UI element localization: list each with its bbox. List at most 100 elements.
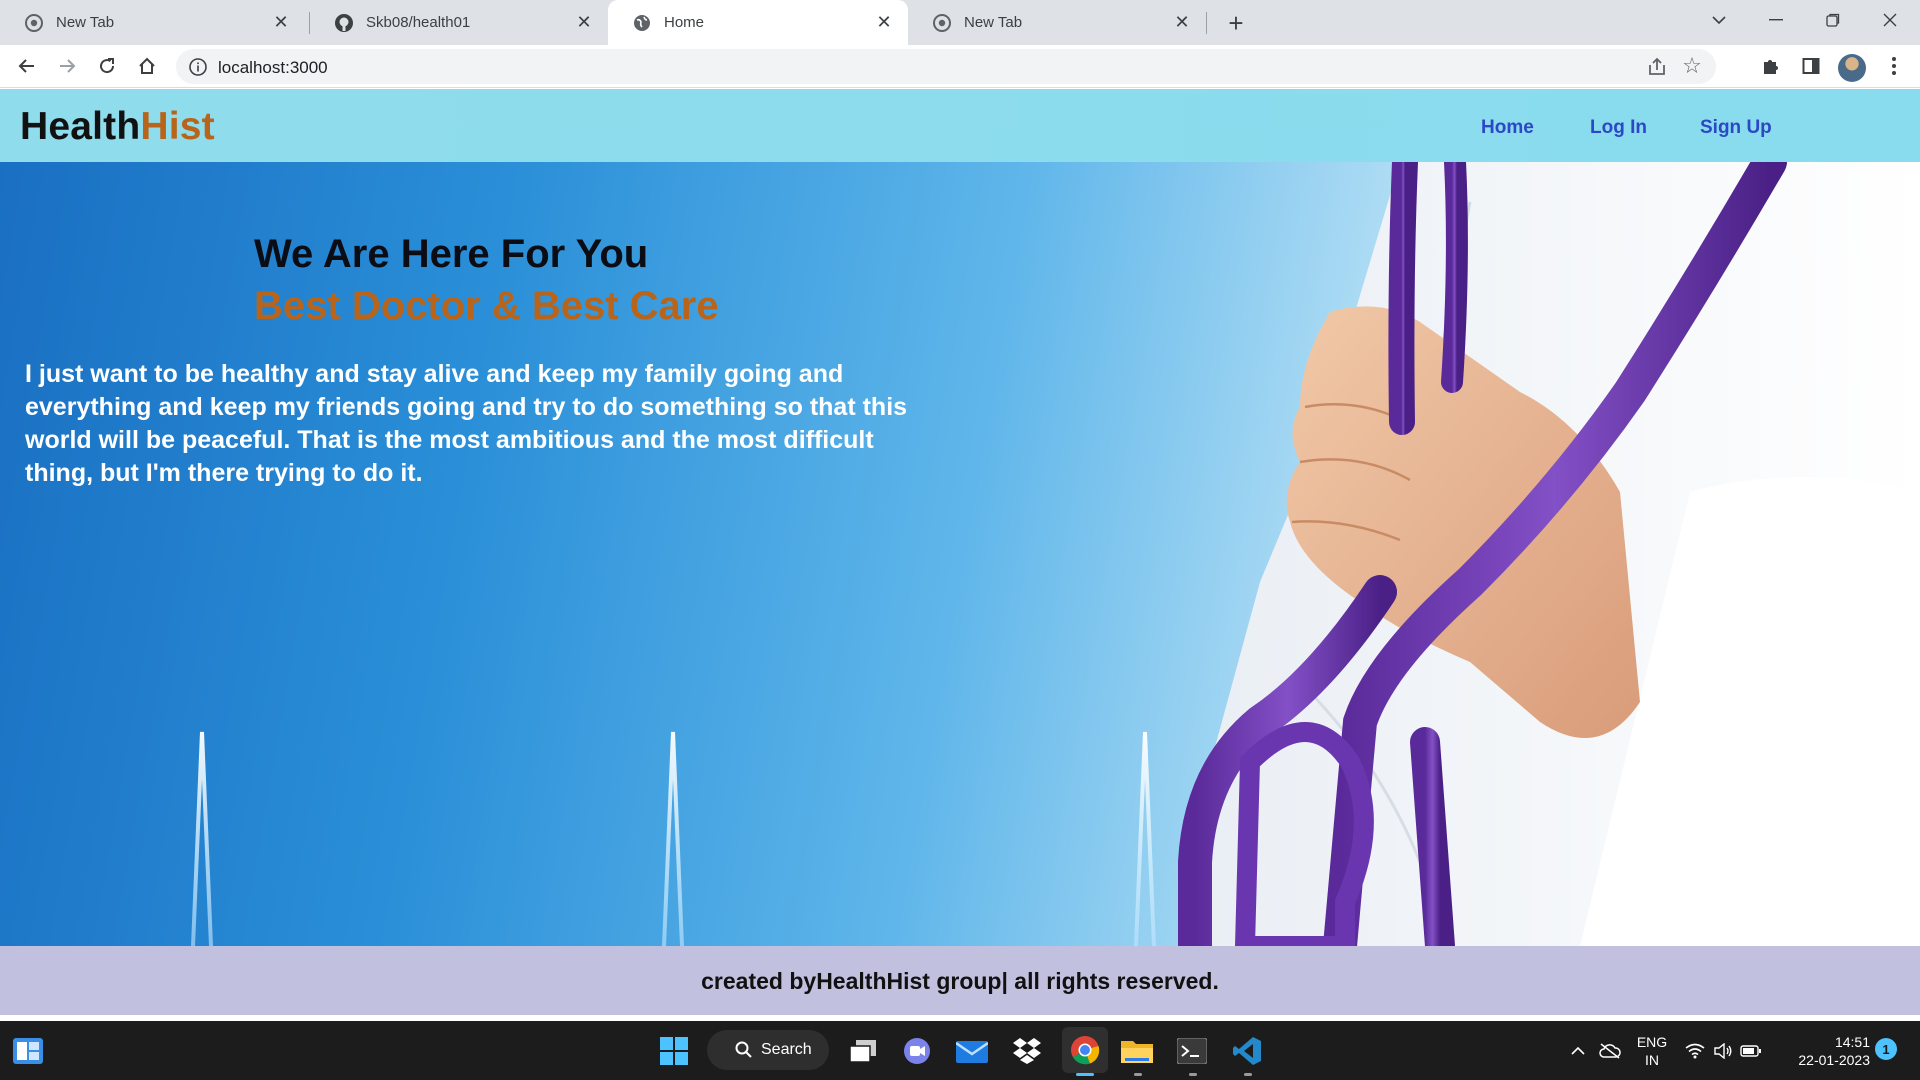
heartbeat-line: [191, 731, 1156, 946]
close-tab-icon[interactable]: ✕: [874, 12, 894, 33]
language-code: ENG: [1636, 1034, 1668, 1050]
tab-new-tab-2[interactable]: New Tab ✕: [908, 0, 1206, 45]
clock[interactable]: 14:51 22-01-2023: [1782, 1033, 1870, 1069]
network-status[interactable]: [1680, 1031, 1710, 1071]
hero-section: We Are Here For You Best Doctor & Best C…: [0, 162, 1920, 946]
hero-title: We Are Here For You: [254, 232, 649, 276]
tab-title: New Tab: [56, 14, 115, 31]
cloud-offline-icon: [1599, 1043, 1621, 1059]
language-indicator[interactable]: ENG IN: [1630, 1033, 1674, 1069]
url-text[interactable]: localhost:3000: [218, 58, 328, 78]
chevron-up-icon: [1571, 1046, 1585, 1055]
nav-login-link[interactable]: Log In: [1590, 117, 1647, 139]
task-view-icon: [849, 1040, 876, 1063]
taskbar-dropbox[interactable]: [1007, 1031, 1047, 1071]
new-tab-button[interactable]: +: [1220, 7, 1252, 39]
menu-button[interactable]: [1878, 50, 1910, 82]
vscode-running-indicator: [1244, 1073, 1252, 1076]
notification-badge[interactable]: 1: [1875, 1038, 1897, 1060]
bookmark-star-icon[interactable]: ☆: [1680, 54, 1704, 78]
tab-github[interactable]: Skb08/health01 ✕: [310, 0, 608, 45]
wifi-icon: [1685, 1043, 1705, 1059]
tab-home[interactable]: Home ✕: [608, 0, 908, 45]
puzzle-icon: [1764, 60, 1778, 74]
home-button[interactable]: [131, 50, 163, 82]
side-panel-icon: [1802, 58, 1820, 74]
nav-home-link[interactable]: Home: [1481, 117, 1534, 139]
close-tab-icon[interactable]: ✕: [1172, 12, 1192, 33]
onedrive-status[interactable]: [1592, 1031, 1628, 1071]
region-code: IN: [1645, 1052, 1659, 1068]
taskbar-teams[interactable]: [897, 1031, 937, 1071]
chrome-icon: [24, 13, 44, 33]
taskbar-vscode[interactable]: [1227, 1031, 1267, 1071]
tab-search-button[interactable]: [1691, 0, 1747, 40]
chrome-icon: [932, 13, 952, 33]
footer-text: created byHealthHist group| all rights r…: [701, 968, 1219, 994]
tab-separator: [1206, 12, 1207, 34]
taskbar-file-explorer[interactable]: [1117, 1031, 1157, 1071]
vscode-icon: [1233, 1037, 1261, 1065]
nav-signup-link[interactable]: Sign Up: [1700, 117, 1772, 139]
tab-title: New Tab: [964, 14, 1023, 31]
logo-accent-text: Hist: [140, 105, 215, 148]
battery-status[interactable]: [1736, 1031, 1766, 1071]
home-icon: [139, 57, 155, 74]
hero-subtitle: Best Doctor & Best Care: [254, 284, 719, 328]
site-footer: created byHealthHist group| all rights r…: [0, 946, 1920, 1018]
tab-new-tab-1[interactable]: New Tab ✕: [0, 0, 305, 45]
hero-quote: I just want to be healthy and stay alive…: [25, 360, 908, 487]
widgets-icon: [13, 1038, 43, 1064]
reload-button[interactable]: [91, 50, 123, 82]
logo-main-text: Health: [20, 105, 141, 148]
clock-time: 14:51: [1834, 1034, 1870, 1050]
tab-title: Home: [664, 14, 705, 31]
reload-icon: [100, 58, 115, 74]
chevron-down-icon: [1712, 16, 1726, 25]
restore-icon: [1826, 13, 1840, 27]
tray-overflow-button[interactable]: [1560, 1031, 1596, 1071]
close-tab-icon[interactable]: ✕: [574, 12, 594, 33]
start-icon: [660, 1037, 688, 1065]
terminal-running-indicator: [1189, 1073, 1197, 1076]
taskbar-mail[interactable]: [952, 1031, 992, 1071]
address-bar[interactable]: localhost:3000 ☆: [176, 49, 1716, 84]
battery-icon: [1740, 1045, 1761, 1057]
explorer-running-indicator: [1134, 1073, 1142, 1076]
teams-icon: [904, 1038, 930, 1064]
widgets-button[interactable]: [8, 1031, 48, 1071]
share-icon[interactable]: [1646, 56, 1668, 78]
profile-avatar[interactable]: [1838, 54, 1866, 82]
globe-icon: [632, 13, 652, 33]
hero-background-image: [191, 162, 1920, 946]
taskbar-chrome[interactable]: [1062, 1027, 1108, 1073]
browser-tab-strip: New Tab ✕ Skb08/health01 ✕ Home ✕ New Ta…: [0, 0, 1920, 45]
back-button[interactable]: [11, 50, 43, 82]
side-panel-button[interactable]: [1795, 50, 1827, 82]
browser-toolbar: localhost:3000 ☆: [0, 45, 1920, 88]
taskbar-task-view[interactable]: [843, 1031, 883, 1071]
dropbox-icon: [1013, 1038, 1041, 1064]
info-icon[interactable]: [188, 57, 208, 77]
volume-status[interactable]: [1708, 1031, 1738, 1071]
minimize-button[interactable]: [1748, 0, 1804, 40]
arrow-right-icon: [60, 59, 76, 73]
forward-button[interactable]: [51, 50, 83, 82]
tab-title: Skb08/health01: [366, 14, 471, 31]
mail-icon: [956, 1041, 988, 1063]
windows-taskbar: Search ENG IN 14:51 22-01-2023 1: [0, 1021, 1920, 1080]
taskbar-search[interactable]: Search: [707, 1030, 829, 1070]
start-button[interactable]: [654, 1031, 694, 1071]
speaker-icon: [1714, 1043, 1732, 1059]
close-tab-icon[interactable]: ✕: [271, 12, 291, 33]
restore-button[interactable]: [1805, 0, 1861, 40]
window-close-button[interactable]: [1862, 0, 1918, 40]
search-label: Search: [761, 1041, 812, 1058]
site-header: HealthHist Home Log In Sign Up: [0, 89, 1920, 162]
kebab-menu-icon: [1892, 57, 1896, 75]
chrome-icon: [1071, 1036, 1100, 1065]
arrow-left-icon: [18, 59, 34, 73]
taskbar-terminal[interactable]: [1172, 1031, 1212, 1071]
extensions-button[interactable]: [1755, 50, 1787, 82]
site-logo[interactable]: HealthHist: [20, 105, 215, 149]
